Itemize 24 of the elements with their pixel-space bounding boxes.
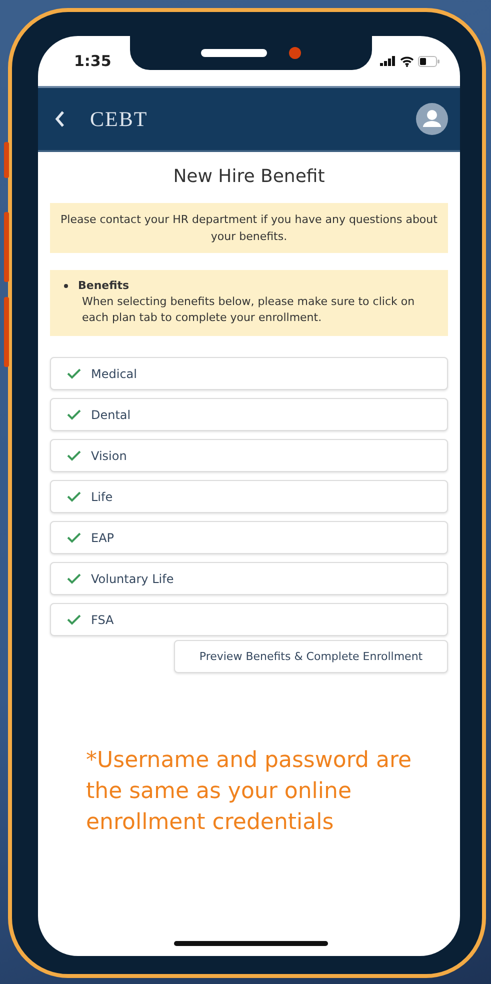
notice-message: Please contact your HR department if you have any questions about your benefits.	[50, 203, 448, 253]
status-time: 1:35	[74, 52, 112, 70]
bullet-icon	[64, 284, 68, 288]
wifi-icon	[400, 56, 414, 66]
info-text: When selecting benefits below, please make sure to click on each plan tab to complete your enrollment.	[81, 294, 416, 326]
plan-tab[interactable]: Medical	[50, 357, 448, 390]
app-title: CEBT	[90, 106, 149, 132]
chevron-left-icon	[54, 110, 66, 128]
speaker-icon	[201, 49, 267, 57]
camera-icon	[289, 47, 301, 59]
plan-tab[interactable]: Dental	[50, 398, 448, 431]
plan-tab[interactable]: Life	[50, 480, 448, 513]
battery-icon	[418, 56, 440, 66]
info-heading: Benefits	[78, 278, 130, 294]
signal-icon	[380, 56, 396, 66]
profile-button[interactable]	[416, 103, 448, 135]
plan-tab[interactable]: FSA	[50, 603, 448, 636]
plan-tab[interactable]: EAP	[50, 521, 448, 554]
plan-tab[interactable]: Vision	[50, 439, 448, 472]
page-title: New Hire Benefit	[172, 166, 326, 187]
user-icon	[416, 103, 448, 135]
plan-tab[interactable]: Voluntary Life	[50, 562, 448, 595]
preview-enrollment-button[interactable]: Preview Benefits & Complete Enrollment	[174, 640, 448, 673]
footnote-text: *Username and password are the same as your online enrollment credentials	[86, 747, 413, 837]
